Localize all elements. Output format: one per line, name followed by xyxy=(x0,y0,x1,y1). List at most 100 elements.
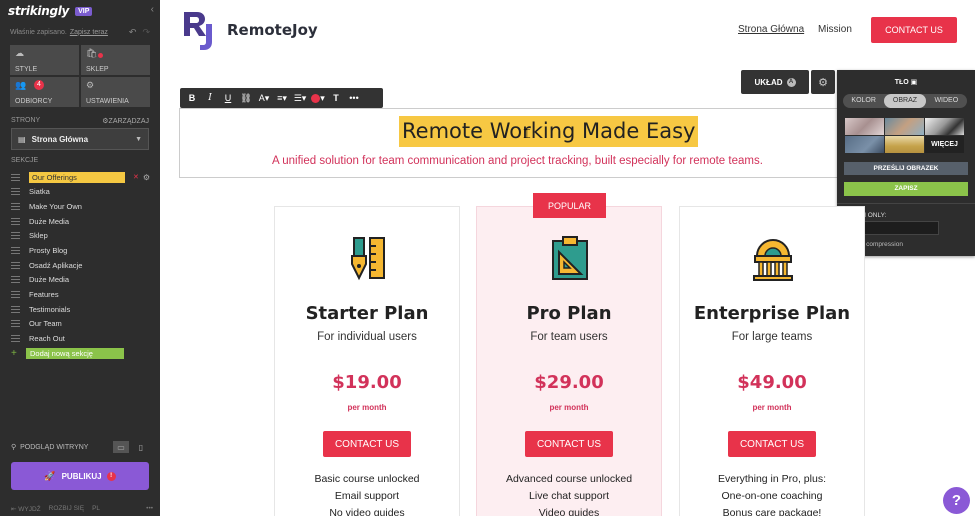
drag-handle-icon[interactable] xyxy=(11,203,20,211)
preview-label[interactable]: PODGLĄD WITRYNY xyxy=(20,444,88,451)
drag-handle-icon[interactable] xyxy=(11,232,20,240)
publish-button[interactable]: 🚀 PUBLIKUJ ! xyxy=(11,462,149,490)
tab-color[interactable]: KOLOR xyxy=(843,94,884,108)
drag-handle-icon[interactable] xyxy=(11,290,20,298)
more-options-icon[interactable]: ••• xyxy=(345,93,363,103)
strikingly-logo: strikingly xyxy=(8,4,70,18)
language-link[interactable]: PL xyxy=(92,505,100,513)
italic-button[interactable]: I xyxy=(201,93,219,103)
section-item[interactable]: Make Your Own xyxy=(11,199,153,214)
section-item[interactable]: Our Offerings ✕ ⚙ xyxy=(11,170,153,185)
saved-text: Właśnie zapisano. xyxy=(10,28,67,36)
plan-contact-button[interactable]: CONTACT US xyxy=(525,431,613,457)
users-icon: 👥 xyxy=(15,80,27,90)
publish-alert-badge: ! xyxy=(106,471,116,481)
nav-home-link[interactable]: Strona Główna xyxy=(738,24,804,35)
undo-icon[interactable]: ↶ xyxy=(129,27,137,38)
plan-contact-button[interactable]: CONTACT US xyxy=(728,431,816,457)
text-format-toolbar: B I U ⛓ A▾ ≡▾ ☰▾ ▾ T ••• xyxy=(180,88,383,108)
pages-label: STRONY xyxy=(11,117,41,124)
header-contact-button[interactable]: CONTACT US xyxy=(871,17,957,43)
section-item[interactable]: Our Team xyxy=(11,316,153,331)
layout-button[interactable]: UKŁAD A xyxy=(741,70,809,94)
drag-handle-icon[interactable] xyxy=(11,334,20,342)
tab-video[interactable]: WIDEO xyxy=(926,94,967,108)
settings-button[interactable]: ⚙ USTAWIENIA xyxy=(81,77,150,107)
drag-handle-icon[interactable] xyxy=(11,188,20,196)
mobile-icon[interactable]: ▯ xyxy=(133,441,149,453)
image-thumbnail[interactable] xyxy=(845,118,884,135)
bold-button[interactable]: B xyxy=(183,93,201,103)
search-icon: ⚲ xyxy=(11,444,17,451)
hero-subtitle[interactable]: A unified solution for team communicatio… xyxy=(272,155,839,167)
align-icon[interactable]: ≡▾ xyxy=(273,93,291,104)
background-type-tabs: KOLOR OBRAZ WIDEO xyxy=(843,94,967,108)
section-item[interactable]: Siatka xyxy=(11,185,153,200)
add-section-button[interactable]: + Dodaj nową sekcję xyxy=(11,346,153,361)
section-item[interactable]: Duże Media xyxy=(11,272,153,287)
section-item[interactable]: Osadź Aplikacje xyxy=(11,258,153,273)
manage-pages-button[interactable]: ⚙ZARZĄDZAJ xyxy=(102,117,149,125)
background-title-label: TŁO xyxy=(894,79,909,86)
image-icon: ▣ xyxy=(910,79,918,86)
desktop-icon[interactable]: ▭ xyxy=(113,441,129,453)
section-settings-icon[interactable]: ⚙ xyxy=(143,173,150,182)
expand-link[interactable]: ROZBIJ SIĘ xyxy=(49,505,84,513)
drag-handle-icon[interactable] xyxy=(11,276,20,284)
more-images-button[interactable]: WIĘCEJ xyxy=(925,136,964,153)
collapse-sidebar-icon[interactable]: ‹ xyxy=(151,4,154,15)
subscribers-button[interactable]: 👥 4 ODBIORCY xyxy=(10,77,79,107)
page-select[interactable]: ▤ Strona Główna ▼ xyxy=(11,128,149,150)
drag-handle-icon[interactable] xyxy=(11,261,20,269)
drag-handle-icon[interactable] xyxy=(11,320,20,328)
plan-period: per month xyxy=(752,403,792,412)
chevron-down-icon: ▼ xyxy=(135,135,142,143)
upload-image-button[interactable]: PRZEŚLIJ OBRAZEK xyxy=(844,162,968,175)
image-thumbnail[interactable] xyxy=(885,136,924,153)
clipboard-ruler-icon xyxy=(552,236,588,280)
link-icon[interactable]: ⛓ xyxy=(237,93,255,104)
drag-handle-icon[interactable] xyxy=(11,173,20,181)
drag-handle-icon[interactable] xyxy=(11,305,20,313)
section-label: Prosty Blog xyxy=(29,246,68,256)
help-button[interactable]: ? xyxy=(943,487,970,514)
hero-title[interactable]: Remote Working Made Easy xyxy=(399,116,699,147)
section-label: Testimonials xyxy=(29,304,71,314)
text-color-button[interactable]: ▾ xyxy=(309,93,327,104)
delete-section-icon[interactable]: ✕ xyxy=(133,173,139,181)
save-now-link[interactable]: Zapisz teraz xyxy=(70,29,108,36)
image-thumbnail[interactable] xyxy=(925,118,964,135)
section-item[interactable]: Testimonials xyxy=(11,302,153,317)
exit-label: WYJDŹ xyxy=(18,506,41,513)
shop-button[interactable]: 🛍 SKLEP xyxy=(81,45,150,75)
section-item[interactable]: Features xyxy=(11,287,153,302)
plan-price: $29.00 xyxy=(534,372,604,393)
plan-contact-button[interactable]: CONTACT US xyxy=(323,431,411,457)
image-thumbnail[interactable] xyxy=(845,136,884,153)
font-size-button[interactable]: A▾ xyxy=(255,93,273,104)
section-gear-button[interactable]: ⚙ xyxy=(811,70,835,94)
more-icon[interactable]: ••• xyxy=(146,505,153,513)
plan-period: per month xyxy=(347,403,387,412)
tab-image[interactable]: OBRAZ xyxy=(884,94,926,108)
save-background-button[interactable]: ZAPISZ xyxy=(844,182,968,196)
style-button[interactable]: ☁ STYLE xyxy=(10,45,79,75)
exit-link[interactable]: ⇤ WYJDŹ xyxy=(11,505,41,513)
drag-handle-icon[interactable] xyxy=(11,217,20,225)
underline-button[interactable]: U xyxy=(219,93,237,103)
redo-icon[interactable]: ↷ xyxy=(142,27,150,38)
drag-handle-icon[interactable] xyxy=(11,247,20,255)
section-label: Our Team xyxy=(29,319,62,329)
divider xyxy=(837,203,975,204)
list-icon[interactable]: ☰▾ xyxy=(291,93,309,104)
text-style-button[interactable]: T xyxy=(327,93,345,103)
sections-list: Our Offerings ✕ ⚙ Siatka Make Your Own D… xyxy=(11,170,153,360)
image-thumbnail[interactable] xyxy=(885,118,924,135)
section-item[interactable]: Reach Out xyxy=(11,331,153,346)
section-item[interactable]: Duże Media xyxy=(11,214,153,229)
add-section-label: Dodaj nową sekcję xyxy=(26,347,124,359)
section-item[interactable]: Sklep xyxy=(11,229,153,244)
nav-mission-link[interactable]: Mission xyxy=(818,24,852,35)
section-item[interactable]: Prosty Blog xyxy=(11,243,153,258)
section-label: Siatka xyxy=(29,187,50,197)
